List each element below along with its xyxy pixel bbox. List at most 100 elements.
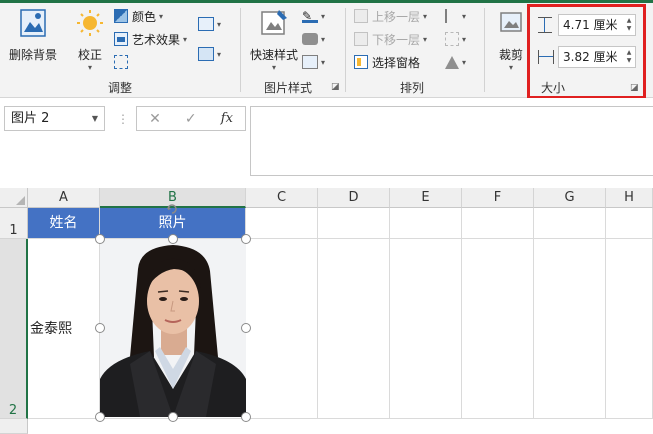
corrections-button[interactable]: 校正 ▾	[72, 8, 108, 72]
resize-handle-top-left[interactable]	[95, 234, 105, 244]
picture-border-button[interactable]: ✎ ▾	[302, 6, 325, 26]
layout-icon	[302, 55, 318, 69]
chevron-down-icon: ▾	[321, 57, 326, 67]
quick-styles-button[interactable]: 快速样式 ▾	[248, 8, 300, 72]
ribbon: 删除背景 校正 ▾ 颜色 ▾ 艺术效果 ▾ ▾ ▾ 调整 快速样式 ▾ ✎ ▾ …	[0, 0, 653, 99]
resize-handle-bottom[interactable]	[168, 412, 178, 422]
picture-effects-button[interactable]: ▾	[302, 29, 325, 49]
compress-icon	[114, 55, 128, 69]
size-group-label: 大小	[540, 81, 565, 95]
group-divider	[484, 8, 485, 92]
resize-handle-right[interactable]	[241, 323, 251, 333]
cell-e2[interactable]	[390, 239, 462, 419]
column-header-d[interactable]: D	[318, 188, 390, 208]
resize-handle-top[interactable]	[168, 234, 178, 244]
selection-pane-button[interactable]: 选择窗格	[354, 52, 420, 72]
bring-forward-icon	[354, 9, 368, 23]
change-picture-button[interactable]: ▾	[198, 14, 221, 34]
cell-h1[interactable]	[606, 208, 653, 239]
cell-g1[interactable]	[534, 208, 606, 239]
rotate-objects-button[interactable]: ▾	[445, 52, 466, 72]
resize-handle-top-right[interactable]	[241, 234, 251, 244]
color-button[interactable]: 颜色 ▾	[114, 6, 163, 26]
cell-h2[interactable]	[606, 239, 653, 419]
picture-layout-button[interactable]: ▾	[302, 52, 325, 72]
chevron-down-icon: ▾	[321, 11, 326, 21]
row-header-2[interactable]: 2	[0, 239, 28, 419]
chevron-down-icon: ▾	[271, 63, 276, 72]
insert-function-icon[interactable]: fx	[221, 111, 233, 126]
shape-width-row: 3.82 厘米 ▲ ▼	[538, 46, 642, 68]
selection-pane-label: 选择窗格	[372, 55, 421, 70]
cell-a2[interactable]: 金泰熙	[28, 239, 100, 419]
cancel-icon[interactable]: ✕	[149, 111, 161, 127]
dialog-launcher-icon[interactable]: ◪	[630, 83, 639, 93]
chevron-down-icon: ▾	[423, 11, 428, 21]
send-backward-button[interactable]: 下移一层 ▾	[354, 29, 427, 49]
remove-background-button[interactable]: 删除背景	[6, 8, 60, 63]
name-box[interactable]: 图片 2 ▼	[4, 106, 105, 131]
resize-handle-bottom-left[interactable]	[95, 412, 105, 422]
pen-icon: ✎	[302, 9, 318, 23]
group-objects-button[interactable]: ▾	[445, 29, 466, 49]
worksheet-grid: A B C D E F G H 1 2 姓名 照片 金泰熙	[0, 188, 653, 434]
bring-forward-button[interactable]: 上移一层 ▾	[354, 6, 427, 26]
chevron-down-icon: ▾	[87, 63, 92, 72]
chevron-down-icon: ▾	[217, 49, 222, 59]
cell-c1[interactable]	[246, 208, 318, 239]
cell-e1[interactable]	[390, 208, 462, 239]
cell-f1[interactable]	[462, 208, 534, 239]
artistic-effects-button[interactable]: 艺术效果 ▾	[114, 29, 187, 49]
formula-bar: 图片 2 ▼ ⋮ ✕ ✓ fx	[0, 98, 653, 182]
crop-icon	[492, 8, 530, 43]
enter-icon[interactable]: ✓	[185, 111, 197, 127]
dialog-launcher-icon[interactable]: ◪	[331, 82, 340, 92]
chevron-down-icon: ▾	[423, 34, 428, 44]
color-label: 颜色	[132, 9, 157, 24]
arrange-group-label: 排列	[399, 81, 424, 95]
resize-handle-left[interactable]	[95, 323, 105, 333]
rotation-handle-icon[interactable]	[166, 203, 178, 215]
portrait-photo[interactable]	[100, 239, 246, 417]
column-header-a[interactable]: A	[28, 188, 100, 208]
shape-height-input[interactable]: 4.71 厘米 ▲ ▼	[558, 14, 636, 36]
sun-icon	[72, 8, 108, 43]
height-spinner[interactable]: ▲ ▼	[625, 17, 633, 33]
crop-label: 裁剪	[498, 48, 523, 62]
effects-icon	[302, 33, 318, 45]
corrections-label: 校正	[77, 48, 102, 62]
cell-a1[interactable]: 姓名	[28, 208, 100, 239]
picture-styles-group-label: 图片样式	[263, 81, 312, 95]
quick-styles-label: 快速样式	[249, 48, 298, 62]
resize-handle-bottom-right[interactable]	[241, 412, 251, 422]
group-divider	[345, 8, 346, 92]
cell-d1[interactable]	[318, 208, 390, 239]
chevron-down-icon: ▾	[217, 19, 222, 29]
column-header-f[interactable]: F	[462, 188, 534, 208]
shape-width-input[interactable]: 3.82 厘米 ▲ ▼	[558, 46, 636, 68]
cell-c2[interactable]	[246, 239, 318, 419]
column-header-h[interactable]: H	[606, 188, 653, 208]
reset-picture-button[interactable]: ▾	[198, 44, 221, 64]
chevron-down-icon: ▾	[508, 63, 513, 72]
cell-d2[interactable]	[318, 239, 390, 419]
artistic-effects-icon	[114, 32, 128, 46]
row-header-1[interactable]: 1	[0, 208, 28, 239]
chevron-down-icon: ▾	[159, 11, 164, 21]
formula-input[interactable]	[250, 106, 653, 176]
chevron-down-icon[interactable]: ▼	[92, 107, 98, 130]
change-picture-icon	[198, 17, 214, 31]
remove-background-label: 删除背景	[8, 48, 57, 62]
shape-height-icon	[538, 17, 552, 33]
column-header-c[interactable]: C	[246, 188, 318, 208]
select-all-button[interactable]	[0, 188, 28, 208]
cell-f2[interactable]	[462, 239, 534, 419]
column-header-e[interactable]: E	[390, 188, 462, 208]
row-header-3[interactable]	[0, 419, 28, 434]
align-button[interactable]: ▾	[445, 6, 466, 26]
width-spinner[interactable]: ▲ ▼	[625, 49, 633, 65]
column-header-g[interactable]: G	[534, 188, 606, 208]
compress-pictures-button[interactable]	[114, 52, 128, 72]
crop-button[interactable]: 裁剪 ▾	[492, 8, 530, 72]
cell-g2[interactable]	[534, 239, 606, 419]
